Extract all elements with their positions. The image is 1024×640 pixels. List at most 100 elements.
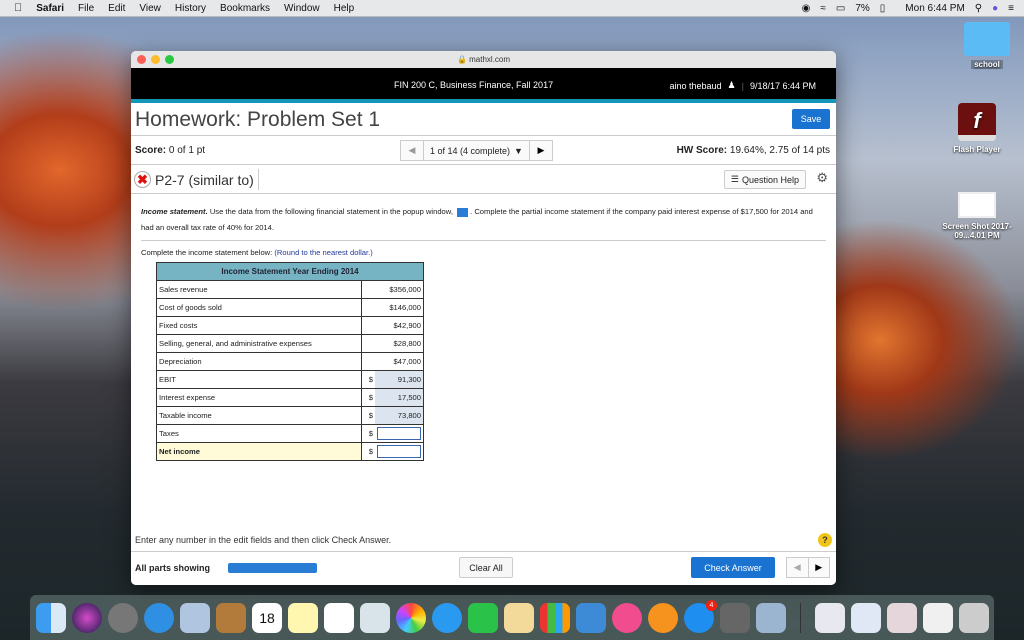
maps-icon[interactable] <box>360 602 390 633</box>
desktop-icon-label: school <box>971 60 1003 69</box>
launchpad-icon[interactable] <box>108 602 138 633</box>
notes-icon[interactable] <box>288 602 318 633</box>
table-row: Selling, general, and administrative exp… <box>156 334 424 353</box>
menu-view[interactable]: View <box>139 3 161 14</box>
table-row-taxable: Taxable income $73,800 <box>156 406 424 425</box>
safari-icon[interactable] <box>144 602 174 633</box>
problem-text: Income statement. Use the data from the … <box>131 194 836 261</box>
desktop-icon-school[interactable]: school <box>955 22 1019 69</box>
siri-icon[interactable]: ● <box>992 3 998 14</box>
currency-symbol: $ <box>360 406 375 425</box>
mail-icon[interactable] <box>180 602 210 633</box>
minimized-window-2[interactable] <box>887 602 917 633</box>
ebit-value: 91,300 <box>375 370 424 389</box>
keynote-icon[interactable] <box>576 602 606 633</box>
net-income-input[interactable] <box>377 445 421 458</box>
table-row-net-income: Net income $ <box>156 442 424 461</box>
help-question-icon[interactable]: ? <box>818 533 832 547</box>
menu-history[interactable]: History <box>175 3 206 14</box>
clock[interactable]: Mon 6:44 PM <box>905 3 964 14</box>
menu-file[interactable]: File <box>78 3 94 14</box>
dock-separator <box>800 602 801 633</box>
airplay-icon[interactable]: ▭ <box>836 3 845 14</box>
user-name[interactable]: aino thebaud <box>669 81 721 91</box>
trash-icon[interactable] <box>959 602 989 633</box>
battery-icon[interactable]: ▯ <box>880 3 886 14</box>
header-datetime: 9/18/17 6:44 PM <box>749 80 816 91</box>
row-label: Interest expense <box>156 388 362 407</box>
hw-score: HW Score: 19.64%, 2.75 of 14 pts <box>677 145 830 156</box>
clear-all-button[interactable]: Clear All <box>459 557 513 578</box>
app-store-icon[interactable]: 4 <box>684 599 717 633</box>
minimize-window-button[interactable] <box>151 55 160 64</box>
system-preferences-icon[interactable] <box>720 602 750 633</box>
menu-window[interactable]: Window <box>284 3 320 14</box>
save-button[interactable]: Save <box>792 109 830 129</box>
table-row: Sales revenue $356,000 <box>156 280 424 299</box>
minimized-window-1[interactable] <box>851 602 881 633</box>
user-icon[interactable]: ♟ <box>728 80 736 91</box>
photos-icon[interactable] <box>396 602 426 633</box>
table-title: Income Statement Year Ending 2014 <box>156 262 424 281</box>
row-label: Net income <box>156 442 362 461</box>
gear-icon[interactable]: ⚙ <box>816 170 828 186</box>
url-field[interactable]: mathxl.com <box>469 55 510 64</box>
reminders-icon[interactable] <box>324 602 354 633</box>
notification-center-icon[interactable]: ≡ <box>1008 3 1014 14</box>
zoom-window-button[interactable] <box>165 55 174 64</box>
wifi-icon[interactable]: ≈ <box>820 3 826 14</box>
table-row: Fixed costs $42,900 <box>156 316 424 335</box>
pages-icon[interactable] <box>504 602 534 633</box>
problem-title: Income statement. <box>141 207 208 216</box>
question-position: 1 of 14 (4 complete) <box>430 145 511 156</box>
numbers-icon[interactable] <box>540 602 570 633</box>
menu-help[interactable]: Help <box>334 3 355 14</box>
finder-icon[interactable] <box>36 602 66 633</box>
spotlight-icon[interactable]: ⚲ <box>975 3 982 14</box>
close-window-button[interactable] <box>137 55 146 64</box>
check-answer-button[interactable]: Check Answer <box>691 557 775 578</box>
question-id: P2-7 (similar to) <box>155 171 254 188</box>
row-value: $356,000 <box>360 280 424 299</box>
menu-edit[interactable]: Edit <box>108 3 125 14</box>
row-label: Depreciation <box>156 352 362 371</box>
question-dropdown[interactable]: 1 of 14 (4 complete) ▼ <box>423 141 530 160</box>
chevron-down-icon: ▼ <box>514 145 523 156</box>
creative-cloud-icon[interactable]: ◉ <box>802 3 811 14</box>
dock: 18 4 <box>30 595 994 640</box>
course-header: FIN 200 C, Business Finance, Fall 2017 a… <box>131 68 836 103</box>
battery-percent[interactable]: 7% <box>855 3 869 14</box>
preview-icon[interactable] <box>756 602 786 633</box>
next-part-button[interactable]: ▶ <box>809 558 830 577</box>
hint-text: Enter any number in the edit fields and … <box>135 535 392 545</box>
siri-icon[interactable] <box>72 602 102 633</box>
apple-menu-icon[interactable]:  <box>14 2 22 14</box>
prev-part-button[interactable]: ◀ <box>787 558 809 577</box>
prev-question-button[interactable]: ◀ <box>401 145 423 156</box>
desktop-icon-screenshot[interactable]: Screen Shot 2017-09...4.01 PM <box>935 192 1019 240</box>
menu-bookmarks[interactable]: Bookmarks <box>220 3 270 14</box>
contacts-icon[interactable] <box>216 602 246 633</box>
menu-app[interactable]: Safari <box>36 3 64 14</box>
calendar-icon[interactable]: 18 <box>252 602 282 633</box>
question-help-label: Question Help <box>741 174 799 185</box>
footer-bar: All parts showing Clear All Check Answer… <box>131 551 836 585</box>
data-table-popup-icon[interactable] <box>457 207 469 217</box>
row-value: $28,800 <box>360 334 424 353</box>
itunes-icon[interactable] <box>612 602 642 633</box>
ibooks-icon[interactable] <box>648 602 678 633</box>
interest-value: 17,500 <box>375 388 424 407</box>
list-icon: ☰ <box>730 174 739 184</box>
app-store-badge: 4 <box>706 599 717 611</box>
screenshot-thumbnail-icon <box>958 192 996 218</box>
row-label: Fixed costs <box>156 316 362 335</box>
table-row-ebit: EBIT $91,300 <box>156 370 424 389</box>
facetime-icon[interactable] <box>468 602 498 633</box>
minimized-window-3[interactable] <box>923 602 953 633</box>
taxes-input[interactable] <box>377 427 421 440</box>
messages-icon[interactable] <box>432 602 462 633</box>
next-question-button[interactable]: ▶ <box>530 145 552 156</box>
document-stack-icon[interactable] <box>815 602 845 633</box>
question-help-button[interactable]: ☰ Question Help <box>723 170 806 189</box>
desktop-icon-flash-player[interactable]: f Flash Player <box>945 103 1009 154</box>
